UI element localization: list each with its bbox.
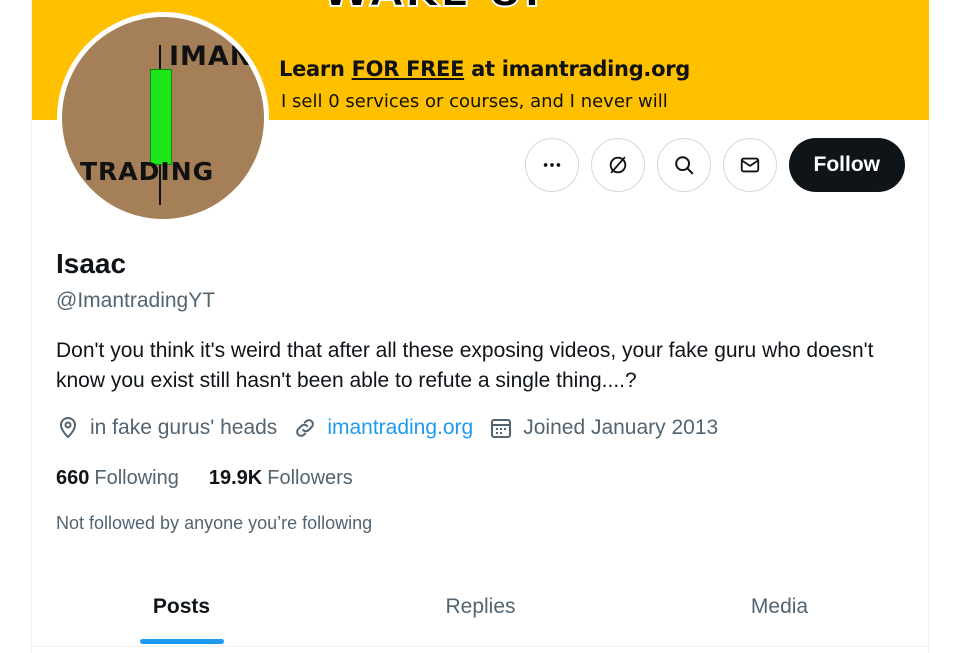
followers-label: Followers (267, 467, 353, 489)
display-name: Isaac (56, 248, 127, 279)
candle-body (150, 69, 172, 165)
following-count: 660 (56, 467, 90, 489)
calendar-icon (491, 419, 512, 438)
banner-headline: WAKE UP (321, 0, 557, 18)
active-tab-indicator (139, 639, 224, 644)
message-button[interactable] (722, 138, 777, 192)
tab-media-label: Media (750, 594, 809, 618)
search-button[interactable] (656, 138, 711, 192)
avatar[interactable]: IMAN TRADING (57, 12, 269, 224)
link-icon (296, 419, 315, 437)
banner-tagline-suffix: at imantrading.org (464, 57, 691, 81)
location-pin-icon (59, 417, 77, 439)
user-handle: @ImantradingYT (56, 289, 216, 312)
website-link[interactable]: imantrading.org (327, 416, 473, 440)
website-item: imantrading.org (293, 416, 473, 440)
banner-tagline-emphasis: FOR FREE (351, 57, 465, 81)
following-label: Following (94, 467, 179, 489)
profile-meta: in fake gurus' heads imantrading.org Joi… (56, 416, 734, 440)
followers-stat[interactable]: 19.9K Followers (209, 467, 353, 490)
tab-replies-label: Replies (445, 594, 516, 618)
location-text: in fake gurus' heads (90, 416, 278, 439)
avatar-image: IMAN TRADING (62, 17, 264, 219)
banner-tagline: Learn FOR FREE at imantrading.org (279, 57, 690, 81)
follow-stats: 660 Following 19.9K Followers (56, 467, 383, 490)
joined-text: Joined January 2013 (523, 416, 719, 439)
profile-bio: Don't you think it's weird that after al… (56, 339, 874, 392)
profile-actions: Follow (524, 138, 905, 192)
more-horizontal-icon (543, 163, 560, 167)
tab-replies[interactable]: Replies (331, 567, 630, 646)
mutual-followers-note: Not followed by anyone you’re following (56, 513, 373, 533)
tab-posts-label: Posts (152, 594, 211, 618)
more-button[interactable] (524, 138, 579, 192)
banner-subtext: I sell 0 services or courses, and I neve… (281, 91, 668, 112)
follow-button[interactable]: Follow (788, 138, 905, 192)
following-stat[interactable]: 660 Following (56, 467, 179, 490)
joined-item: Joined January 2013 (489, 416, 718, 440)
profile-page: WAKE UP Learn FOR FREE at imantrading.or… (31, 0, 929, 653)
profile-tabs: Posts Replies Media (32, 567, 929, 647)
search-icon (674, 156, 693, 175)
followers-count: 19.9K (208, 467, 263, 489)
location-item: in fake gurus' heads (56, 416, 277, 440)
tab-media[interactable]: Media (630, 567, 929, 646)
grok-button[interactable] (590, 138, 645, 192)
tab-posts[interactable]: Posts (32, 567, 331, 646)
banner-tagline-prefix: Learn (279, 57, 352, 81)
avatar-text-top: IMAN (169, 41, 254, 72)
grok-icon (609, 156, 626, 174)
envelope-icon (740, 157, 759, 173)
avatar-text-bottom: TRADING (80, 157, 215, 186)
